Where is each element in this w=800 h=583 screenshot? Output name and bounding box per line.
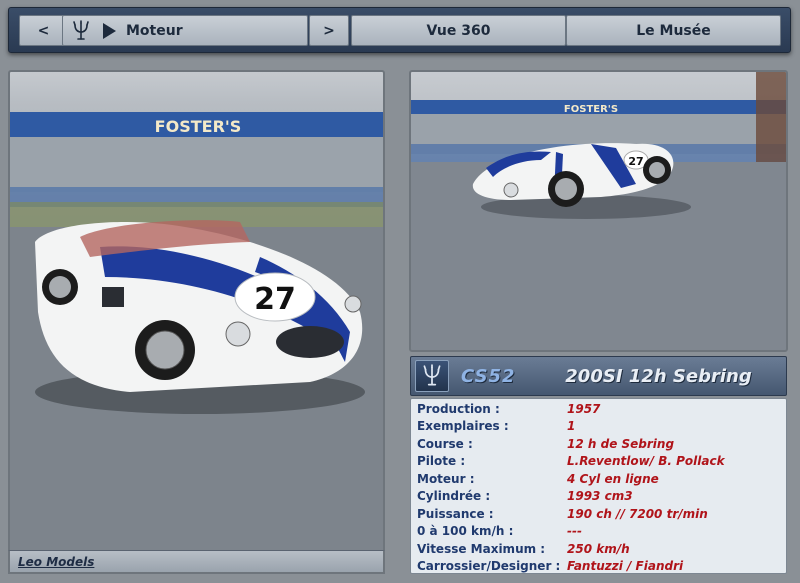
spec-label: Carrossier/Designer :	[417, 559, 561, 574]
spec-value: Fantuzzi / Fiandri	[567, 559, 684, 574]
car-photo-front[interactable]: FOSTER'S 27	[8, 70, 385, 574]
banner-text-small: FOSTER'S	[564, 104, 618, 115]
model-title-bar: CS52 200SI 12h Sebring	[410, 356, 787, 396]
spec-row-exemplaires: Exemplaires : 1	[417, 418, 786, 436]
car-number: 27	[254, 282, 296, 317]
spec-label: Production :	[417, 401, 500, 416]
spec-value: 4 Cyl en ligne	[567, 471, 659, 486]
car-photo-side-illustration: FOSTER'S 27	[411, 72, 786, 350]
museum-button[interactable]: Le Musée	[566, 15, 781, 46]
brand-logo-box	[415, 360, 449, 392]
spec-row-moteur: Moteur : 4 Cyl en ligne	[417, 470, 786, 488]
view-360-button[interactable]: Vue 360	[351, 15, 566, 46]
spec-label: Course :	[417, 436, 473, 451]
spec-row-production: Production : 1957	[417, 400, 786, 418]
spec-label: Cylindrée :	[417, 489, 491, 504]
spec-value: L.Reventlow/ B. Pollack	[567, 454, 725, 469]
next-button-label: >	[323, 22, 335, 39]
spec-row-course: Course : 12 h de Sebring	[417, 435, 786, 453]
photo-caption-link[interactable]: Leo Models	[18, 555, 94, 569]
specifications-table: Production : 1957 Exemplaires : 1 Course…	[410, 398, 787, 574]
spec-label: Moteur :	[417, 471, 475, 486]
spec-value: ---	[567, 524, 582, 539]
previous-button-label: <	[37, 22, 50, 39]
spec-label: Pilote :	[417, 454, 466, 469]
spec-label: 0 à 100 km/h :	[417, 524, 514, 539]
spec-row-carrossier: Carrossier/Designer : Fantuzzi / Fiandri	[417, 558, 786, 576]
spec-value: 1957	[567, 401, 601, 416]
model-title: 200SI 12h Sebring	[565, 365, 752, 387]
photo-caption-bar: Leo Models	[8, 550, 385, 574]
car-photo-side[interactable]: FOSTER'S 27	[409, 70, 788, 352]
play-icon	[103, 22, 116, 39]
maserati-trident-icon	[423, 364, 441, 386]
spec-row-acceleration: 0 à 100 km/h : ---	[417, 523, 786, 541]
model-code: CS52	[461, 365, 516, 387]
spec-value: 1993 cm3	[567, 489, 633, 504]
spec-row-pilote: Pilote : L.Reventlow/ B. Pollack	[417, 453, 786, 471]
current-section-button[interactable]: Moteur	[62, 15, 308, 46]
car-number-small: 27	[628, 155, 643, 168]
spec-value: 190 ch // 7200 tr/min	[567, 506, 708, 521]
maserati-trident-icon	[73, 19, 89, 40]
spec-row-puissance: Puissance : 190 ch // 7200 tr/min	[417, 505, 786, 523]
spec-label: Exemplaires :	[417, 419, 509, 434]
spec-row-vitesse: Vitesse Maximum : 250 km/h	[417, 540, 786, 558]
museum-label: Le Musée	[636, 22, 711, 39]
current-section-label: Moteur	[126, 22, 183, 39]
spec-label: Puissance :	[417, 506, 494, 521]
car-photo-front-illustration: FOSTER'S 27	[10, 112, 383, 572]
spec-value: 1	[567, 419, 576, 434]
view-360-label: Vue 360	[426, 22, 491, 39]
next-button[interactable]: >	[309, 15, 349, 46]
banner-text: FOSTER'S	[155, 117, 242, 136]
previous-button[interactable]: <	[19, 15, 68, 46]
spec-row-cylindree: Cylindrée : 1993 cm3	[417, 488, 786, 506]
spec-value: 250 km/h	[567, 541, 630, 556]
spec-label: Vitesse Maximum :	[417, 541, 546, 556]
top-navigation-bar: < Moteur > Vue 360 Le Musée	[8, 7, 791, 53]
spec-value: 12 h de Sebring	[567, 436, 675, 451]
